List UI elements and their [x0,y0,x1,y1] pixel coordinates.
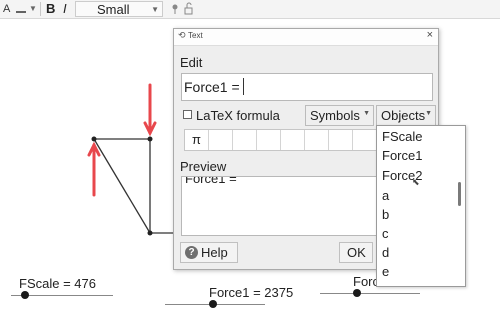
truss-node [147,230,153,236]
objects-menu: FScale Force1 Force2 a b c d e [376,125,466,287]
style-toolbar: A ▼ B I Small ▼ [0,0,500,19]
pi-symbol-button[interactable]: π [185,130,209,150]
font-size-value: Small [97,2,130,17]
objects-dropdown-label: Objects [381,108,426,123]
close-icon[interactable]: × [427,29,433,41]
objects-menu-item[interactable]: a [382,188,389,203]
ok-button-label: OK [347,245,366,260]
line-style-icon[interactable] [16,0,26,18]
symbol-slot[interactable] [281,130,305,150]
preview-section-label: Preview [180,159,227,174]
italic-button[interactable]: I [63,0,71,18]
edit-input-value: Force1 = [184,79,240,95]
symbol-slot[interactable] [353,130,377,150]
latex-checkbox[interactable] [183,110,192,119]
text-color-icon[interactable]: A [3,0,13,18]
dialog-title: Text [188,31,203,40]
force2-slider-track[interactable] [320,293,420,294]
objects-menu-item[interactable]: FScale [382,129,422,144]
symbols-dropdown-label: Symbols [310,108,360,123]
objects-menu-item[interactable]: b [382,207,389,222]
objects-menu-item[interactable]: Force1 [382,148,422,163]
fscale-slider-label: FScale = 476 [19,276,96,291]
preview-text: Force1 = [185,176,237,186]
dialog-titlebar[interactable]: ⟲ Text × [174,29,438,46]
options-row: LaTeX formula Symbols ▼ Objects ▼ [180,105,436,127]
force1-slider-handle[interactable] [209,300,217,308]
mouse-cursor-icon: ⬉ [412,177,420,187]
help-button-label: Help [201,245,228,260]
fscale-slider-handle[interactable] [21,291,29,299]
objects-dropdown[interactable]: Objects ▼ [376,105,436,126]
edit-section-label: Edit [180,55,203,70]
symbol-slot[interactable] [329,130,353,150]
chevron-down-icon: ▼ [363,110,370,117]
ok-button[interactable]: OK [339,242,373,263]
objects-menu-scrollbar[interactable] [458,182,461,206]
symbol-slot[interactable] [257,130,281,150]
symbol-palette: π [184,129,382,151]
pin-icon[interactable] [170,0,180,18]
text-caret [243,78,244,95]
latex-checkbox-label[interactable]: LaTeX formula [196,108,280,123]
truss-member [93,138,151,234]
symbol-slot[interactable] [209,130,233,150]
symbols-dropdown[interactable]: Symbols ▼ [305,105,374,126]
lock-icon[interactable] [184,0,194,18]
chevron-down-icon: ▼ [151,5,159,14]
font-size-select[interactable]: Small ▼ [75,1,163,17]
objects-menu-item[interactable]: d [382,245,389,260]
text-tool-icon: ⟲ [178,30,186,40]
toolbar-divider [40,2,41,16]
edit-input[interactable]: Force1 = [181,73,433,101]
help-icon: ? [185,246,198,259]
truss-node [91,136,97,142]
symbol-slot[interactable] [233,130,257,150]
objects-menu-item[interactable]: e [382,264,389,279]
objects-menu-item[interactable]: c [382,226,389,241]
symbol-slot[interactable] [305,130,329,150]
force2-arrow [87,141,101,197]
force1-slider-label: Force1 = 2375 [209,285,294,300]
force2-slider-handle[interactable] [353,289,361,297]
bold-button[interactable]: B [46,0,56,18]
chevron-down-icon: ▼ [425,110,432,117]
force1-arrow [143,83,157,137]
truss-node [147,136,153,142]
help-button[interactable]: ? Help [180,242,238,263]
chevron-down-icon[interactable]: ▼ [29,0,37,18]
